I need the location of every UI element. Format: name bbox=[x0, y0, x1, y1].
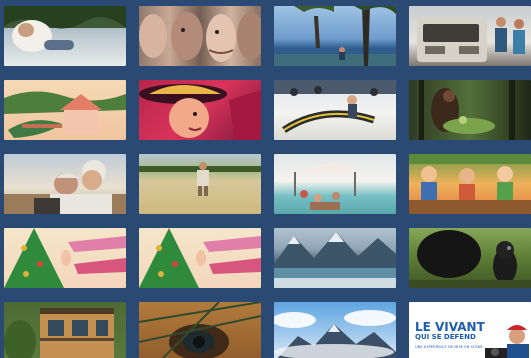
thumbnail-tile[interactable] bbox=[274, 228, 396, 288]
thumbnail-tile[interactable] bbox=[4, 228, 126, 288]
thumbnail-tile[interactable] bbox=[139, 154, 261, 214]
thumbnail-grid: LE VIVANT QUI SE DÉFEND UNE EXPÉRIENCE D… bbox=[4, 6, 531, 358]
poster-illustration bbox=[485, 325, 529, 358]
thumbnail-tile[interactable] bbox=[139, 6, 261, 66]
thumbnail-image bbox=[409, 230, 531, 288]
thumbnail-tile[interactable] bbox=[4, 302, 126, 358]
thumbnail-tile[interactable] bbox=[139, 228, 261, 288]
poster-tile[interactable]: LE VIVANT QUI SE DÉFEND UNE EXPÉRIENCE D… bbox=[409, 302, 531, 358]
thumbnail-tile[interactable] bbox=[274, 6, 396, 66]
thumbnail-tile[interactable] bbox=[274, 154, 396, 214]
thumbnail-tile[interactable] bbox=[4, 80, 126, 140]
thumbnail-image bbox=[274, 310, 396, 358]
thumbnail-image bbox=[4, 6, 126, 52]
thumbnail-image bbox=[4, 91, 126, 138]
thumbnail-image bbox=[139, 302, 261, 358]
thumbnail-tile[interactable] bbox=[409, 228, 531, 288]
thumbnail-tile[interactable] bbox=[409, 80, 531, 140]
thumbnail-image bbox=[139, 12, 261, 62]
thumbnail-tile[interactable] bbox=[4, 154, 126, 214]
thumbnail-image bbox=[139, 162, 261, 196]
image-gallery-page: LE VIVANT QUI SE DÉFEND UNE EXPÉRIENCE D… bbox=[0, 0, 531, 358]
thumbnail-image bbox=[4, 228, 126, 288]
thumbnail-image bbox=[139, 84, 261, 140]
thumbnail-tile[interactable] bbox=[4, 6, 126, 66]
thumbnail-image bbox=[274, 6, 396, 66]
thumbnail-image bbox=[409, 154, 531, 214]
thumbnail-image bbox=[139, 228, 261, 288]
thumbnail-tile[interactable] bbox=[409, 154, 531, 214]
thumbnail-tile[interactable] bbox=[274, 80, 396, 140]
thumbnail-tile[interactable] bbox=[409, 6, 531, 66]
thumbnail-image bbox=[419, 80, 515, 140]
thumbnail-image bbox=[4, 308, 114, 358]
thumbnail-image bbox=[4, 160, 126, 214]
thumbnail-image bbox=[274, 232, 396, 288]
thumbnail-tile[interactable] bbox=[274, 302, 396, 358]
thumbnail-image bbox=[274, 80, 396, 133]
thumbnail-image bbox=[417, 17, 525, 62]
thumbnail-tile[interactable] bbox=[139, 80, 261, 140]
thumbnail-tile[interactable] bbox=[139, 302, 261, 358]
thumbnail-image bbox=[284, 162, 364, 210]
